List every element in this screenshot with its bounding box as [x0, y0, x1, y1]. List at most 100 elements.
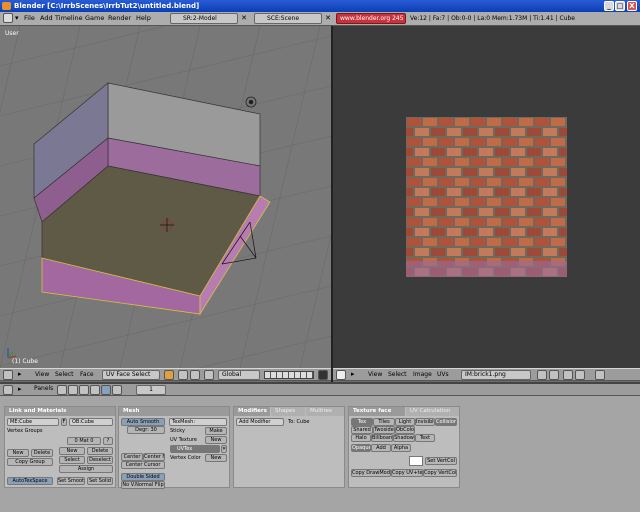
scene-context-icon[interactable] [112, 385, 122, 395]
vgroup-new-button[interactable]: New [7, 449, 29, 457]
material-select-button[interactable]: Select [59, 456, 85, 464]
tex-toggle[interactable]: Tex [351, 418, 373, 426]
menu-render[interactable]: Render [108, 14, 131, 23]
vertex-color-new-button[interactable]: New [205, 454, 227, 462]
menu-select[interactable]: Select [388, 369, 407, 380]
menu-timeline[interactable]: Timeline [55, 14, 83, 23]
screen-selector[interactable]: SR:2-Model [170, 13, 238, 24]
set-solid-button[interactable]: Set Solid [87, 477, 113, 485]
material-help-button[interactable]: ? [103, 437, 113, 445]
uv-texture-new-button[interactable]: New [205, 436, 227, 444]
copy-group-button[interactable]: Copy Group [7, 458, 53, 466]
modifiers-tab[interactable]: Modifiers [234, 407, 270, 416]
image-selector[interactable]: IM:brick1.png [461, 370, 531, 380]
light-toggle[interactable]: Light [395, 418, 415, 426]
copy-drawmode-button[interactable]: Copy DrawMode [351, 469, 391, 477]
object-context-icon[interactable] [90, 385, 100, 395]
invisible-toggle[interactable]: Invisible [415, 418, 435, 426]
menu-select[interactable]: Select [55, 369, 74, 380]
autotexspace-button[interactable]: AutoTexSpace [7, 477, 53, 485]
vgroup-delete-button[interactable]: Delete [31, 449, 53, 457]
uv-calculation-tab[interactable]: UV Calculation [406, 407, 459, 416]
center-new-button[interactable]: Center New [143, 453, 165, 461]
image-editor-type-icon[interactable] [336, 370, 346, 380]
panels-menu[interactable]: Panels [34, 384, 53, 394]
halo-toggle[interactable]: Halo [351, 434, 371, 442]
menu-view[interactable]: View [35, 369, 49, 380]
lock-icon[interactable] [595, 370, 605, 380]
manipulator-icon[interactable] [190, 370, 200, 380]
close-button[interactable]: X [627, 1, 637, 11]
mode-selector[interactable]: UV Face Select [102, 370, 160, 380]
menu-file[interactable]: File [24, 14, 35, 23]
texture-face-tab[interactable]: Texture face [349, 407, 405, 416]
menu-image[interactable]: Image [413, 369, 432, 380]
billboard-toggle[interactable]: Billboard [371, 434, 393, 442]
add-modifier-menu[interactable]: Add Modifier [236, 418, 284, 426]
link-materials-tab[interactable]: Link and Materials [5, 407, 115, 416]
center-cursor-button[interactable]: Center Cursor [121, 461, 165, 469]
alpha-toggle[interactable]: Alpha [391, 444, 411, 452]
draw-type-icon[interactable] [164, 370, 174, 380]
tiles-toggle[interactable]: Tiles [373, 418, 395, 426]
scene-delete-button[interactable]: ✕ [324, 14, 332, 23]
copy-uv-tex-button[interactable]: Copy UV+tex [391, 469, 423, 477]
brick-texture-image[interactable] [406, 117, 567, 277]
layer-buttons[interactable] [264, 371, 314, 379]
mesh-name-field[interactable]: ME:Cube [7, 418, 59, 426]
collapse-arrow-icon[interactable]: ▸ [351, 369, 355, 380]
add-toggle[interactable]: Add [371, 444, 391, 452]
image-reload-icon[interactable] [549, 370, 559, 380]
double-sided-button[interactable]: Double Sided [121, 473, 165, 481]
lock-icon[interactable] [318, 370, 328, 380]
logic-context-icon[interactable] [57, 385, 67, 395]
fake-user-button[interactable]: F [61, 418, 67, 426]
pivot-icon[interactable] [178, 370, 188, 380]
collapse-arrow-icon[interactable]: ▸ [18, 384, 22, 394]
menu-help[interactable]: Help [136, 14, 151, 23]
texmesh-field[interactable]: TexMesh: [169, 418, 227, 426]
degr-field[interactable]: Degr: 30 [127, 426, 165, 434]
maximize-button[interactable]: □ [615, 1, 625, 11]
3d-viewport[interactable]: User (1) Cube [0, 26, 331, 368]
uvtex-layer-field[interactable]: UVTex [170, 445, 220, 453]
set-smooth-button[interactable]: Set Smooth [57, 477, 85, 485]
shading-context-icon[interactable] [79, 385, 89, 395]
orientation-selector[interactable]: Global [218, 370, 260, 380]
opaque-toggle[interactable]: Opaque [351, 444, 371, 452]
uvtex-delete-button[interactable]: ✕ [221, 445, 227, 453]
multires-tab[interactable]: Multires [306, 407, 344, 416]
frame-number-field[interactable]: 1 [136, 385, 166, 395]
screen-delete-button[interactable]: ✕ [240, 14, 248, 23]
material-new-button[interactable]: New [59, 447, 85, 455]
blender-org-link[interactable]: www.blender.org 245 [336, 13, 406, 24]
uv-sync-icon[interactable] [563, 370, 573, 380]
material-index-field[interactable]: 0 Mat 0 [67, 437, 101, 445]
obcolor-toggle[interactable]: ObColor [395, 426, 415, 434]
material-assign-button[interactable]: Assign [59, 465, 113, 473]
area-divider[interactable] [331, 26, 333, 382]
editing-context-icon[interactable] [101, 385, 111, 395]
menu-view[interactable]: View [368, 369, 382, 380]
twoside-toggle[interactable]: Twoside [373, 426, 395, 434]
copy-vertcol-button[interactable]: Copy VertCol [423, 469, 457, 477]
shadow-toggle[interactable]: Shadow [393, 434, 415, 442]
minimize-button[interactable]: _ [604, 1, 614, 11]
translate-icon[interactable] [204, 370, 214, 380]
sticky-make-button[interactable]: Make [205, 427, 227, 435]
collision-toggle[interactable]: Collision [435, 418, 457, 426]
mesh-tab[interactable]: Mesh [119, 407, 229, 416]
uv-image-editor[interactable] [333, 26, 640, 368]
image-pack-icon[interactable] [537, 370, 547, 380]
set-vertcol-button[interactable]: Set VertCol [425, 457, 457, 465]
script-context-icon[interactable] [68, 385, 78, 395]
shapes-tab[interactable]: Shapes [271, 407, 305, 416]
vertex-color-swatch[interactable] [409, 456, 423, 466]
uv-select-icon[interactable] [575, 370, 585, 380]
shared-toggle[interactable]: Shared [351, 426, 373, 434]
collapse-arrow-icon[interactable]: ▸ [18, 369, 22, 380]
3d-view-type-icon[interactable] [3, 370, 13, 380]
menu-game[interactable]: Game [85, 14, 104, 23]
scene-selector[interactable]: SCE:Scene [254, 13, 322, 24]
auto-smooth-button[interactable]: Auto Smooth [121, 418, 165, 426]
